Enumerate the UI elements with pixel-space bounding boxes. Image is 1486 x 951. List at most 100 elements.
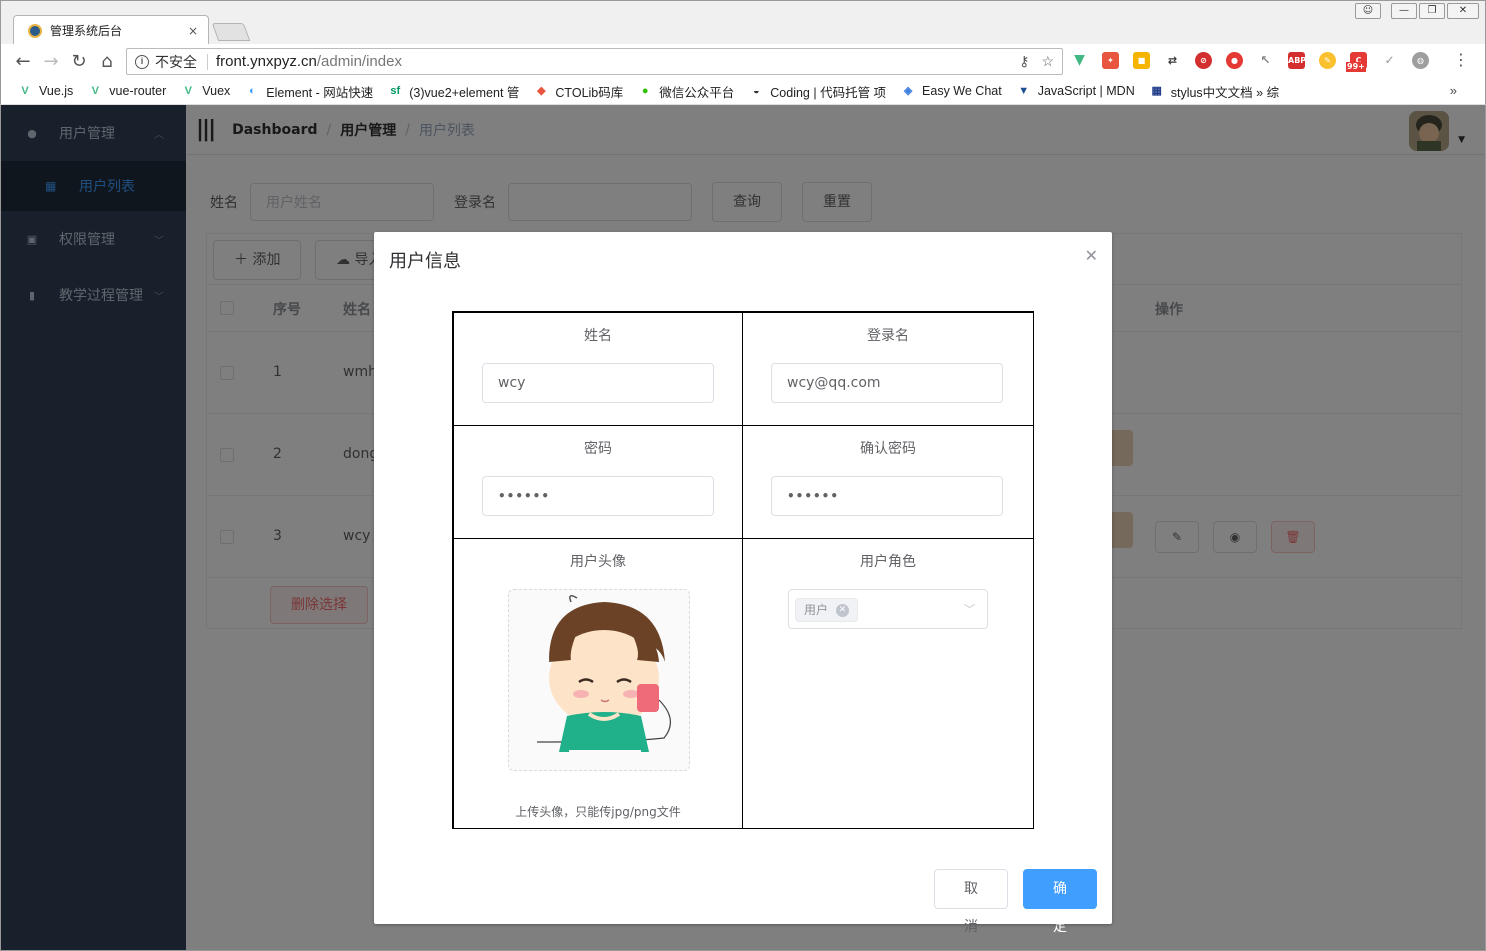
tag-close-icon[interactable]: ✕	[836, 603, 850, 617]
mdn-icon: ▼	[1018, 85, 1030, 97]
omnibox-divider	[207, 53, 208, 70]
cursor-icon[interactable]: ↖	[1257, 52, 1274, 69]
role-tag-label: 用户	[804, 603, 829, 617]
confirm-password-label: 确认密码	[860, 441, 916, 457]
bookmark-label: Coding | 代码托管 项	[770, 85, 887, 100]
bookmark-star-icon[interactable]: ☆	[1041, 53, 1054, 70]
password-label: 密码	[584, 441, 612, 457]
ctolib-icon: ◆	[537, 85, 546, 97]
login-input[interactable]: wcy@qq.com	[771, 363, 1003, 403]
insecure-label: 不安全	[155, 53, 197, 70]
avatar-preview-image	[509, 590, 689, 770]
bookmarks-overflow-icon[interactable]: »	[1450, 83, 1457, 98]
login-label: 登录名	[867, 328, 909, 344]
bookmark-item[interactable]: V Vue.js	[17, 84, 73, 98]
extension-red-icon[interactable]: ✦	[1102, 52, 1119, 69]
bookmark-item[interactable]: ● 微信公众平台	[637, 82, 734, 101]
browser-tab[interactable]: 管理系统后台 ×	[13, 15, 209, 45]
url-path: /admin/index	[316, 53, 402, 70]
check-icon[interactable]: ✓	[1381, 52, 1398, 69]
globe-icon[interactable]: ◍	[1412, 52, 1429, 69]
extension-color-icon[interactable]: ■	[1133, 52, 1150, 69]
name-cell: 姓名 wcy	[453, 312, 743, 426]
bookmark-item[interactable]: ◆ CTOLib码库	[533, 82, 623, 101]
password-input[interactable]: ••••••	[482, 476, 714, 516]
cancel-button[interactable]: 取 消	[934, 869, 1008, 935]
bookmark-item[interactable]: ◐ Element - 网站快速	[244, 82, 373, 101]
window-controls: ☺ — ❐ ✕	[1355, 3, 1479, 19]
close-window-button[interactable]: ✕	[1447, 3, 1479, 19]
minimize-button[interactable]: —	[1391, 3, 1417, 19]
bookmark-item[interactable]: ◈ Easy We Chat	[900, 84, 1002, 98]
bookmark-label: Vuex	[202, 84, 231, 98]
profile-icon[interactable]: ☺	[1355, 3, 1381, 19]
vue-icon: V	[91, 85, 99, 97]
name-label: 姓名	[584, 328, 612, 344]
bookmarks-bar: V Vue.js Vvue-router V Vuex ◐ Element - 网站快速 sf…	[0, 78, 1486, 105]
browser-tabstrip: 管理系统后台 × ☺ — ❐ ✕	[0, 0, 1486, 45]
bookmark-item[interactable]: ◒ Coding | 代码托管 项	[748, 82, 886, 101]
avatar-label: 用户头像	[570, 554, 626, 570]
bookmark-label: 微信公众平台	[659, 85, 735, 100]
tab-title: 管理系统后台	[50, 24, 123, 38]
tab-close-icon[interactable]: ×	[188, 24, 198, 38]
easy-wechat-icon: ◈	[903, 85, 913, 97]
bookmark-label: vue-router	[109, 84, 167, 98]
adblock-icon[interactable]: ABP	[1288, 52, 1306, 69]
confirm-password-cell: 确认密码 ••••••	[742, 425, 1034, 539]
url-host: front.ynxpyz.cn	[216, 53, 317, 70]
key-icon[interactable]: ⚷	[1019, 53, 1029, 70]
bookmark-label: CTOLib码库	[555, 85, 624, 100]
new-tab-button[interactable]	[211, 23, 251, 41]
site-favicon-icon	[28, 23, 42, 38]
bookmark-label: Element - 网站快速	[266, 85, 374, 100]
avatar-cell: 用户头像 上传头像，只能传jpg/png文件	[453, 538, 743, 829]
bookmark-item[interactable]: V Vuex	[180, 84, 231, 98]
vue-devtools-icon[interactable]: ▼	[1071, 52, 1088, 69]
bookmark-item[interactable]: Vvue-router	[87, 84, 167, 98]
element-icon: ◐	[248, 85, 256, 97]
bookmark-label: stylus中文文档 » 综	[1170, 85, 1280, 100]
dialog-title: 用户信息	[389, 251, 461, 272]
bookmark-item[interactable]: sf (3)vue2+element 管	[387, 82, 519, 101]
chevron-down-icon: ﹀	[964, 603, 975, 616]
info-icon[interactable]: i	[135, 54, 149, 69]
bookmark-label: Easy We Chat	[922, 84, 1002, 98]
extension-icons: ▼ ✦ ■ ⇄ ⊘ ● ↖ ABP ✎ C 99+ ✓ ◍	[1071, 52, 1429, 72]
extension-badge: 99+	[1346, 62, 1366, 72]
user-info-dialog: 用户信息 ✕ 姓名 wcy 登录名 wcy@qq.com 密码 •••••• 确…	[374, 232, 1112, 935]
csdn-icon[interactable]: C 99+	[1346, 52, 1367, 72]
tomato-icon[interactable]: ●	[1226, 52, 1243, 69]
confirm-password-input[interactable]: ••••••	[771, 476, 1003, 516]
address-bar[interactable]: i 不安全 front.ynxpyz.cn/admin/index ⚷ ☆	[126, 48, 1063, 75]
block-icon[interactable]: ⊘	[1195, 52, 1212, 69]
back-icon[interactable]: ←	[9, 51, 37, 72]
close-icon[interactable]: ✕	[1085, 246, 1098, 265]
user-form-table: 姓名 wcy 登录名 wcy@qq.com 密码 •••••• 确认密码 •••…	[452, 311, 1034, 829]
stylus-icon: ▦	[1151, 85, 1162, 97]
reload-icon[interactable]: ↻	[65, 51, 93, 72]
bookmark-label: JavaScript | MDN	[1037, 84, 1135, 98]
confirm-button[interactable]: 确 定	[1023, 869, 1097, 935]
home-icon[interactable]: ⌂	[93, 51, 121, 72]
vue-icon: V	[21, 85, 29, 97]
extension-pen-icon[interactable]: ✎	[1319, 52, 1336, 69]
bookmark-item[interactable]: ▼ JavaScript | MDN	[1016, 84, 1135, 98]
role-select[interactable]: 用户 ✕ ﹀	[788, 589, 988, 629]
wechat-icon: ●	[641, 85, 649, 97]
role-cell: 用户角色 用户 ✕ ﹀	[742, 538, 1034, 829]
translate-icon[interactable]: ⇄	[1164, 52, 1181, 69]
bookmark-label: (3)vue2+element 管	[409, 85, 520, 100]
forward-icon[interactable]: →	[37, 51, 65, 72]
chrome-menu-icon[interactable]: ⋮	[1453, 50, 1469, 69]
vue-icon: V	[184, 85, 192, 97]
coding-icon: ◒	[752, 85, 760, 97]
bookmark-label: Vue.js	[39, 84, 74, 98]
sf-icon: sf	[390, 85, 401, 97]
avatar-uploader[interactable]	[508, 589, 690, 771]
name-input[interactable]: wcy	[482, 363, 714, 403]
role-tag: 用户 ✕	[795, 598, 859, 622]
maximize-button[interactable]: ❐	[1419, 3, 1445, 19]
login-cell: 登录名 wcy@qq.com	[742, 312, 1034, 426]
bookmark-item[interactable]: ▦ stylus中文文档 » 综	[1149, 82, 1280, 101]
